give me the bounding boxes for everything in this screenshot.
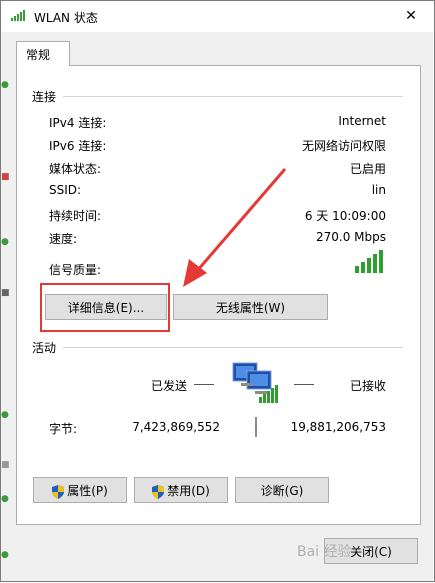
watermark: Bai 经验	[297, 544, 352, 560]
wlan-status-window: WLAN 状态 ✕ ● ■ ● ■ ● ■ ● ● 常规 连接 IPv4 连接:…	[0, 0, 435, 582]
annotation-arrow-icon	[183, 168, 287, 287]
